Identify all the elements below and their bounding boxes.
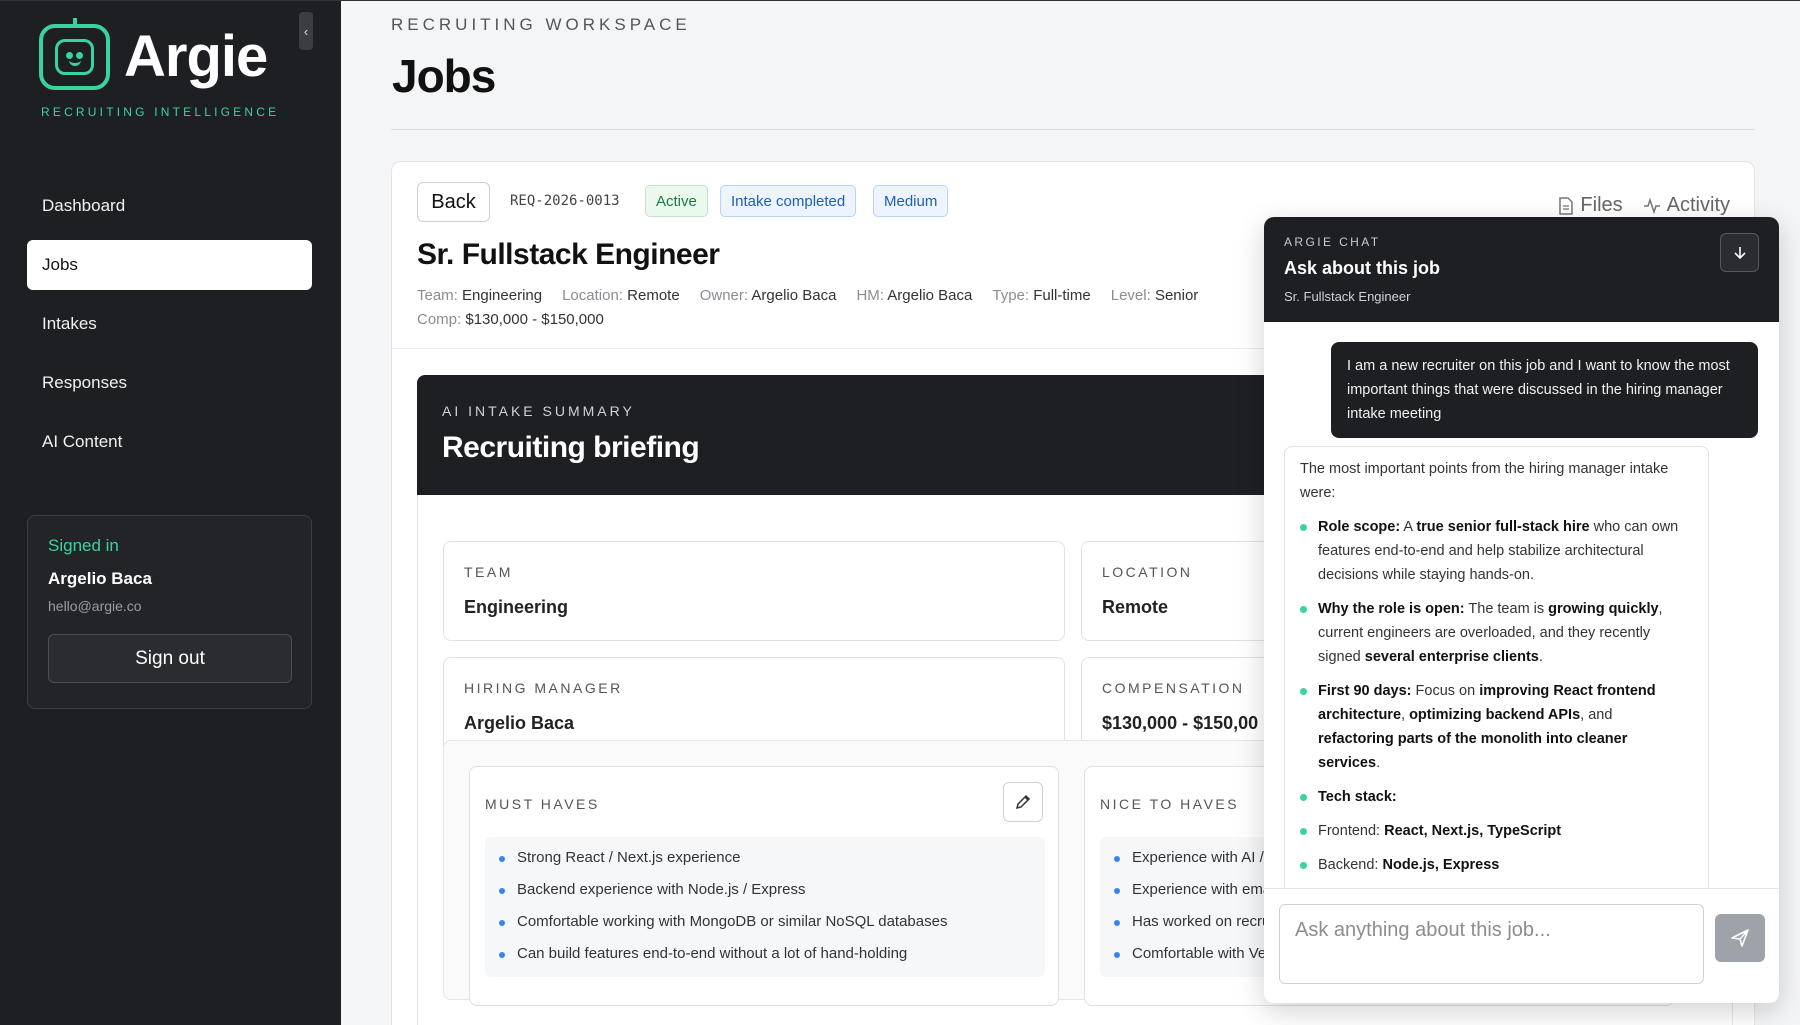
sidebar-item-responses[interactable]: Responses (27, 358, 312, 408)
list-item: Can build features end-to-end without a … (499, 945, 1045, 977)
meta-hiring-manager: HM: Argelio Baca (856, 287, 973, 304)
chat-header: ARGIE CHAT Ask about this job Sr. Fullst… (1264, 217, 1779, 322)
briefing-eyebrow: AI INTAKE SUMMARY (442, 403, 635, 419)
job-title: Sr. Fullstack Engineer (417, 238, 720, 271)
account-card: Signed in Argelio Baca hello@argie.co Si… (27, 515, 312, 709)
collapse-sidebar-button[interactable]: ‹ (299, 12, 313, 50)
sign-out-button[interactable]: Sign out (48, 634, 292, 683)
list-item: Backend experience with Node.js / Expres… (499, 881, 1045, 913)
divider (391, 129, 1755, 130)
chat-composer (1264, 888, 1779, 1003)
sidebar-item-intakes[interactable]: Intakes (27, 299, 312, 349)
robot-logo-icon (39, 17, 110, 90)
briefing-title: Recruiting briefing (442, 431, 700, 464)
user-message: I am a new recruiter on this job and I w… (1331, 342, 1758, 438)
brand-tagline: RECRUITING INTELLIGENCE (41, 105, 280, 119)
chat-subtitle: Sr. Fullstack Engineer (1284, 289, 1411, 304)
job-meta: Team: Engineering Location: Remote Owner… (417, 287, 1198, 304)
meta-level: Level: Senior (1110, 287, 1199, 304)
status-badge: Active (645, 185, 708, 217)
field-label: TEAM (464, 564, 513, 580)
assistant-intro: The most important points from the hirin… (1300, 461, 1669, 501)
list-item: Role scope: A true senior full-stack hir… (1300, 515, 1692, 587)
meta-type: Type: Full-time (992, 287, 1091, 304)
must-haves-label: MUST HAVES (485, 796, 600, 812)
meta-owner: Owner: Argelio Baca (699, 287, 837, 304)
requisition-id: REQ-2026-0013 (510, 193, 620, 209)
arrow-down-icon (1733, 246, 1746, 259)
assistant-points: Role scope: A true senior full-stack hir… (1300, 515, 1692, 877)
minimize-chat-button[interactable] (1720, 233, 1759, 272)
page-title: Jobs (392, 50, 496, 102)
sidebar-item-ai-content[interactable]: AI Content (27, 417, 312, 467)
field-label: HIRING MANAGER (464, 680, 623, 696)
account-name: Argelio Baca (48, 569, 152, 588)
list-item: Frontend: React, Next.js, TypeScript (1300, 819, 1692, 843)
job-header-links: Files Activity (1558, 194, 1730, 217)
chat-title: Ask about this job (1284, 258, 1441, 278)
intake-badge: Intake completed (720, 185, 857, 217)
field-value: Argelio Baca (464, 713, 575, 733)
must-haves-list: Strong React / Next.js experience Backen… (485, 837, 1045, 977)
list-item: First 90 days: Focus on improving React … (1300, 679, 1692, 775)
priority-badge: Medium (873, 185, 949, 217)
list-item: Backend: Node.js, Express (1300, 853, 1692, 877)
field-label: LOCATION (1102, 564, 1193, 580)
back-button[interactable]: Back (417, 182, 490, 222)
meta-team: Team: Engineering (417, 287, 543, 304)
edit-must-haves-button[interactable] (1003, 782, 1043, 822)
chat-eyebrow: ARGIE CHAT (1284, 235, 1381, 249)
field-label: COMPENSATION (1102, 680, 1245, 696)
chevron-left-icon: ‹ (303, 23, 309, 39)
nice-to-haves-label: NICE TO HAVES (1100, 796, 1240, 812)
meta-location: Location: Remote (562, 287, 680, 304)
sidebar-item-dashboard[interactable]: Dashboard (27, 181, 312, 231)
sidebar-item-jobs[interactable]: Jobs (27, 240, 312, 290)
pencil-icon (1015, 794, 1031, 810)
brand-logo[interactable]: Argie (39, 17, 268, 90)
sidebar: Argie RECRUITING INTELLIGENCE ‹ Dashboar… (0, 1, 341, 1025)
list-item: Comfortable working with MongoDB or simi… (499, 913, 1045, 945)
account-email: hello@argie.co (48, 598, 142, 614)
field-value: $130,000 - $150,00 (1102, 713, 1259, 733)
page-eyebrow: RECRUITING WORKSPACE (391, 15, 691, 34)
chat-input[interactable] (1279, 904, 1704, 984)
meta-compensation: Comp: $130,000 - $150,000 (417, 311, 604, 328)
assistant-message: The most important points from the hirin… (1284, 446, 1709, 888)
field-team: TEAM Engineering (443, 541, 1065, 641)
files-link[interactable]: Files (1558, 194, 1623, 217)
sidebar-nav: Dashboard Jobs Intakes Responses AI Cont… (27, 181, 312, 476)
list-item: Why the role is open: The team is growin… (1300, 597, 1692, 669)
list-item: Strong React / Next.js experience (499, 849, 1045, 881)
brand-name: Argie (124, 24, 268, 89)
chat-panel: ARGIE CHAT Ask about this job Sr. Fullst… (1264, 217, 1779, 1003)
must-haves-card: MUST HAVES Strong React / Next.js experi… (469, 766, 1059, 1006)
signin-status: Signed in (48, 536, 119, 555)
send-icon (1731, 929, 1749, 947)
chat-messages: I am a new recruiter on this job and I w… (1264, 322, 1779, 888)
send-button[interactable] (1715, 914, 1765, 962)
file-icon (1559, 196, 1574, 215)
field-value: Remote (1102, 597, 1169, 617)
list-item: Tech stack: (1300, 785, 1692, 809)
activity-link[interactable]: Activity (1643, 194, 1730, 217)
activity-icon (1643, 197, 1660, 214)
field-value: Engineering (464, 597, 569, 617)
